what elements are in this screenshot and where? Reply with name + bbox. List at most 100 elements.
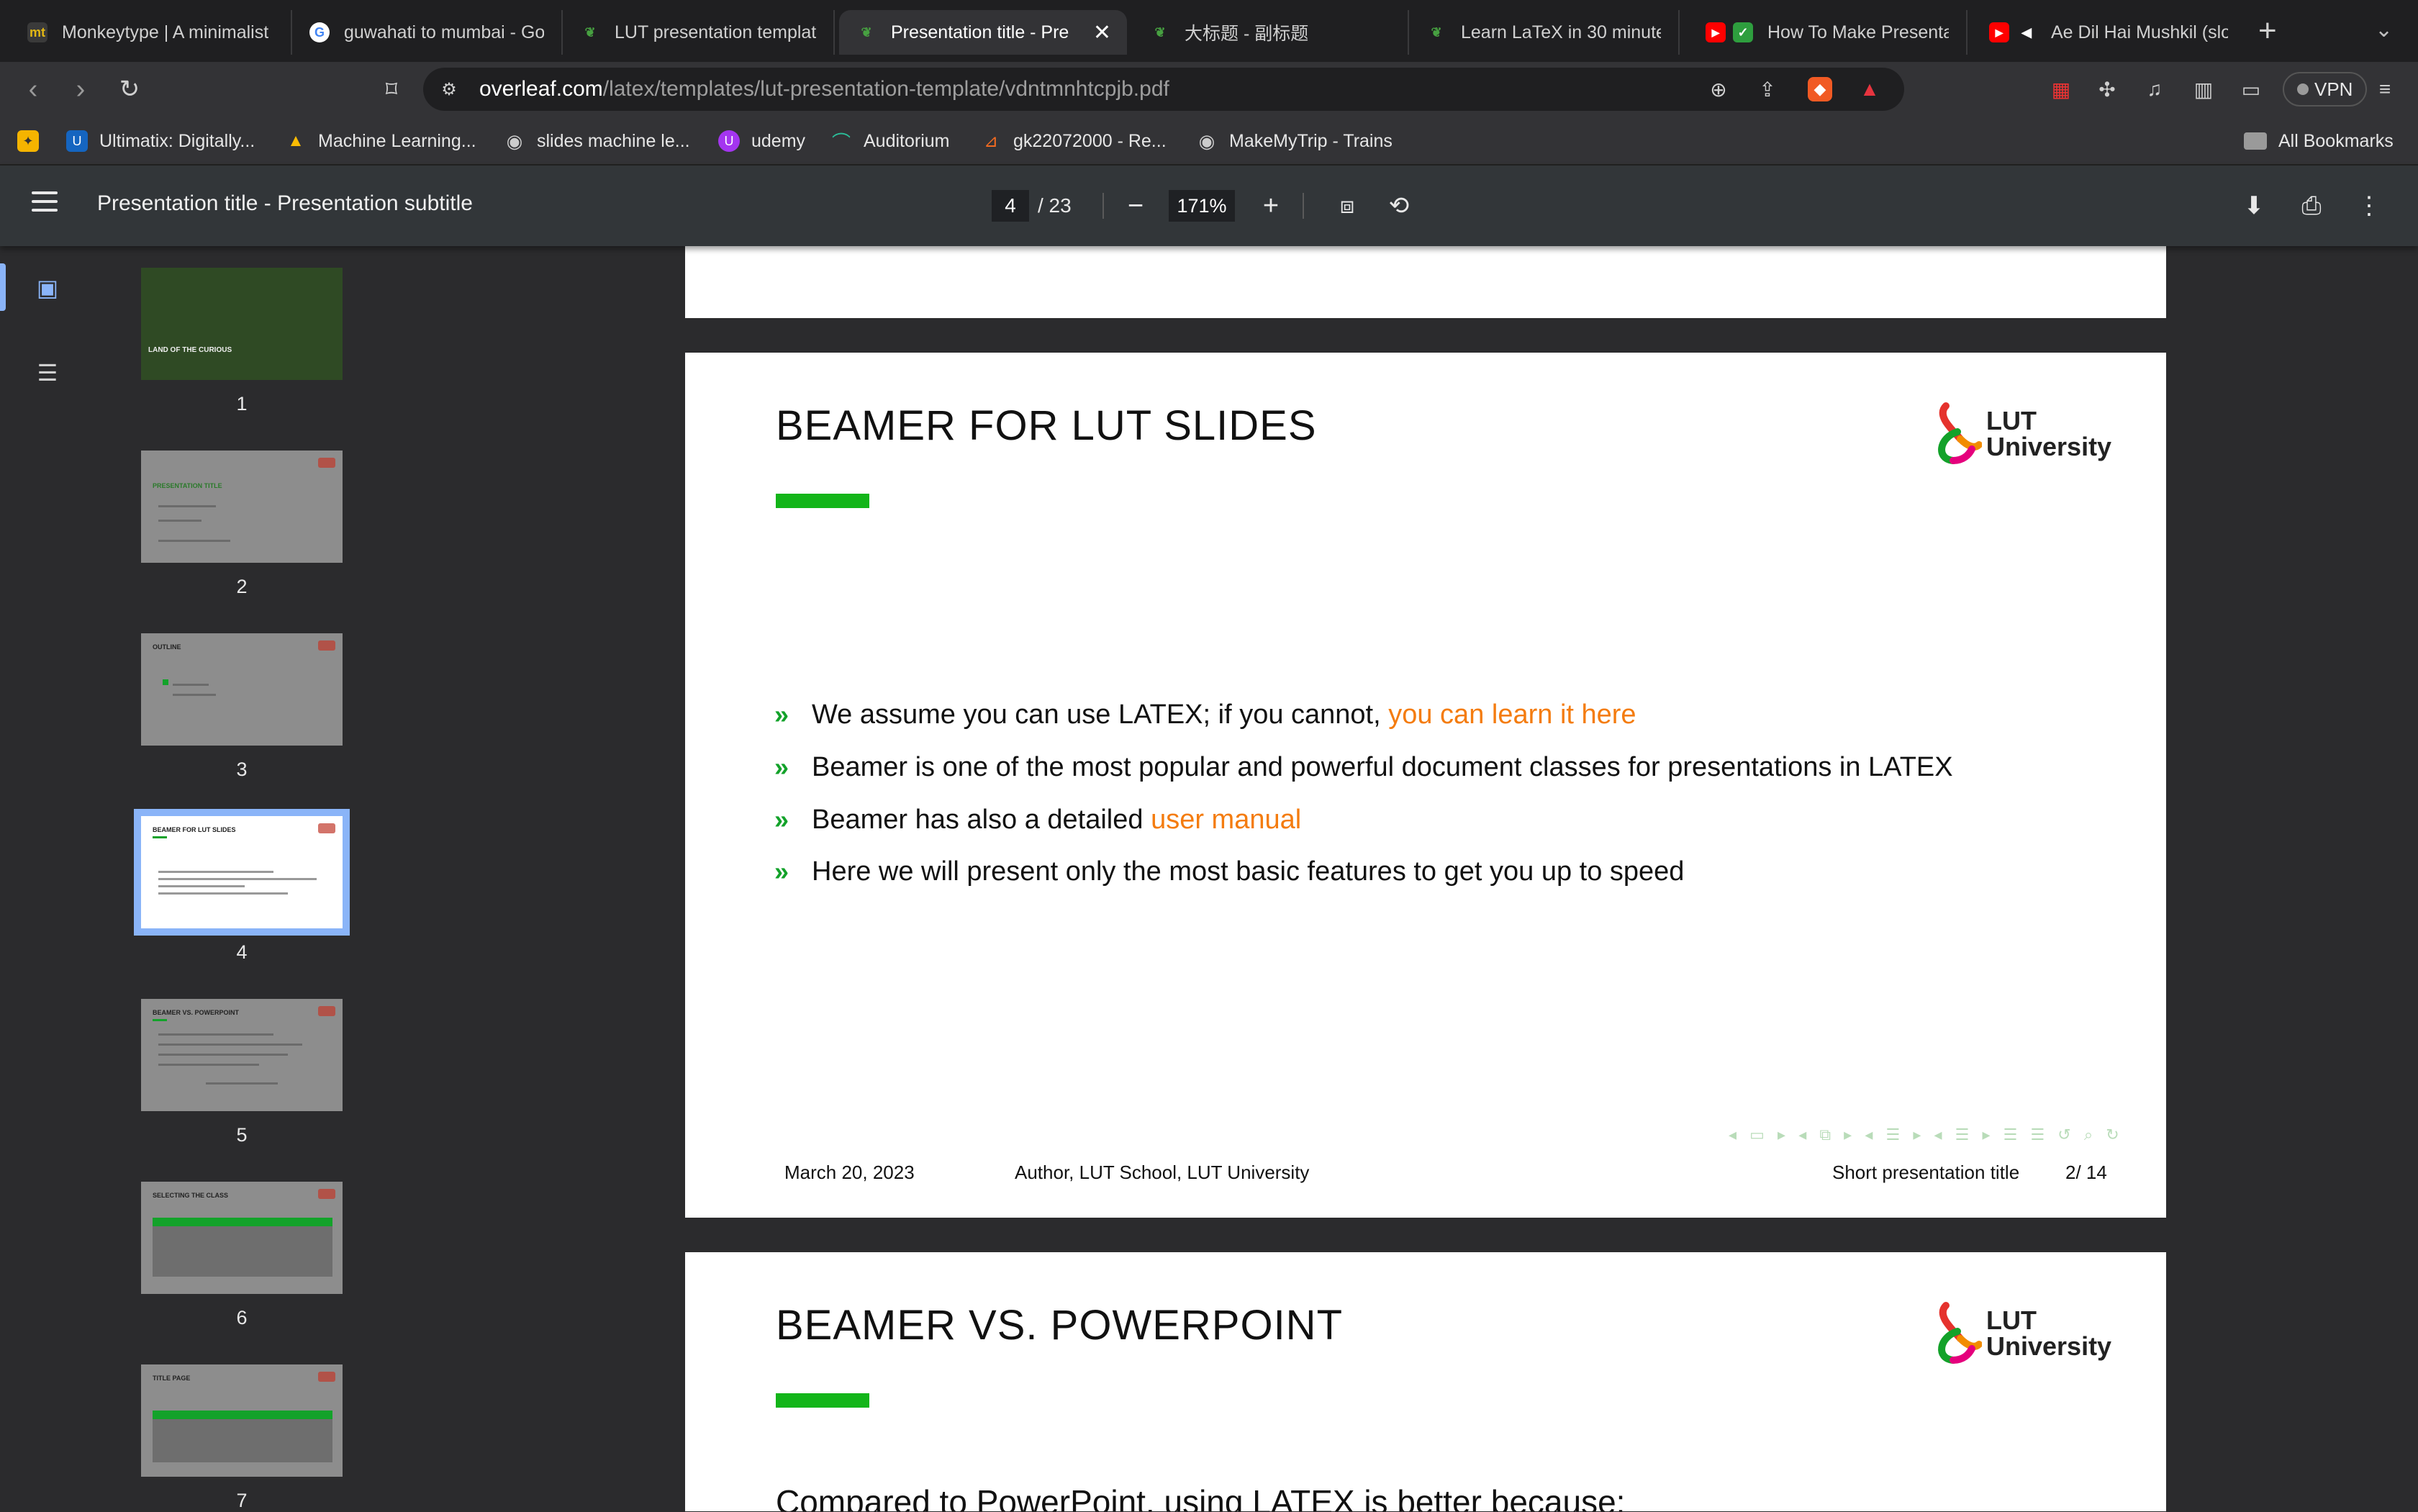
tab-lut-template[interactable]: ❦ LUT presentation template (563, 10, 835, 55)
thumbnail-page-7[interactable]: TITLE PAGE (141, 1364, 343, 1477)
tab-presentation-title[interactable]: ❦ Presentation title - Pre ✕ (839, 10, 1127, 55)
tab-monkeytype[interactable]: mt Monkeytype | A minimalist (10, 10, 292, 55)
page-number-input[interactable]: 4 (992, 190, 1029, 222)
brave-shield-icon[interactable]: ◆ (1808, 77, 1832, 101)
download-icon[interactable]: ⬇ (2237, 189, 2271, 223)
outline-icon[interactable]: ☰ (32, 357, 63, 389)
all-bookmarks-button[interactable]: All Bookmarks (2244, 124, 2394, 158)
browser-toolbar: ‹ › ↻ ⌑ ⚙ overleaf.com/latex/templates/l… (0, 62, 2418, 117)
bookmark-icon[interactable]: ⌑ (374, 72, 409, 107)
user-manual-link[interactable]: user manual (1151, 805, 1301, 835)
media-icon[interactable]: ♫ (2142, 76, 2168, 102)
close-tab-icon[interactable]: ✕ (1093, 20, 1111, 45)
zoom-icon[interactable]: ⊕ (1706, 76, 1731, 102)
tab-chinese-title[interactable]: ❦ 大标题 - 副标题 (1133, 10, 1409, 55)
bookmark-udemy[interactable]: Uudemy (718, 124, 805, 158)
thumbnail-line (158, 1054, 288, 1056)
thumbnail-marker (163, 679, 168, 685)
thumbnail-bar (153, 836, 167, 838)
vpn-status-icon (2297, 83, 2309, 95)
auditorium-icon: ⌒ (831, 131, 851, 153)
menu-icon[interactable] (32, 191, 58, 213)
pdf-toolbar: Presentation title - Presentation subtit… (0, 166, 2418, 246)
bullet-marker-icon: » (774, 805, 789, 834)
thumbnail-number: 5 (236, 1124, 248, 1146)
share-icon[interactable]: ⇪ (1754, 76, 1780, 102)
zoom-in-button[interactable]: + (1254, 189, 1288, 223)
bookmark-auditorium[interactable]: ⌒ Auditorium (830, 124, 950, 158)
menu-icon[interactable]: ≡ (2372, 76, 2398, 102)
bookmark-makemytrip[interactable]: ◉ MakeMyTrip - Trains (1196, 124, 1393, 158)
back-button[interactable]: ‹ (16, 72, 50, 107)
vpn-button[interactable]: VPN (2283, 72, 2368, 107)
bullet-item: » Beamer has also a detailed user manual (774, 805, 1301, 836)
thumbnail-logo (318, 823, 335, 833)
address-bar[interactable]: ⚙ overleaf.com/latex/templates/lut-prese… (423, 68, 1904, 111)
thumbnail-page-6[interactable]: SELECTING THE CLASS (141, 1182, 343, 1294)
chevron-down-icon[interactable]: ⌄ (2375, 17, 2393, 42)
thumbnail-page-1[interactable]: LAND OF THE CURIOUS (141, 268, 343, 380)
bookmark-machine-learning[interactable]: ▲ Machine Learning... (285, 124, 476, 158)
monkeytype-icon: mt (27, 22, 47, 42)
bookmark-gk22072000[interactable]: ⊿ gk22072000 - Re... (980, 124, 1167, 158)
ultimatix-icon: U (66, 130, 88, 152)
bookmark-ultimatix[interactable]: U Ultimatix: Digitally... (66, 124, 255, 158)
lut-logo: LUT University (1932, 1301, 2119, 1366)
fit-page-icon[interactable]: ⧈ (1330, 189, 1364, 223)
tab-label: guwahati to mumbai - Goo (344, 22, 544, 42)
speaker-muted-icon[interactable]: ◀ (2016, 22, 2037, 42)
thumbnail-page-3[interactable]: OUTLINE (141, 633, 343, 746)
thumbnail-title: SELECTING THE CLASS (153, 1192, 229, 1199)
tab-bar: mt Monkeytype | A minimalist G guwahati … (0, 0, 2418, 62)
bookmark-label: slides machine le... (537, 130, 690, 151)
google-drive-icon: ▲ (287, 131, 304, 150)
bookmark-slides[interactable]: ◉ slides machine le... (504, 124, 690, 158)
beamer-navigation-symbols[interactable]: ◂ ▭ ▸ ◂ ⧉ ▸ ◂ ☰ ▸ ◂ ☰ ▸ ☰ ☰ ↺ ⌕ ↻ (1729, 1126, 2124, 1144)
overleaf-icon: ❦ (861, 24, 872, 40)
thumbnail-title: LAND OF THE CURIOUS (148, 346, 232, 354)
tab-label: Monkeytype | A minimalist (62, 22, 269, 42)
thumbnail-page-5[interactable]: BEAMER VS. POWERPOINT (141, 999, 343, 1111)
extensions-puzzle-icon[interactable]: ✣ (2094, 76, 2120, 102)
site-settings-icon[interactable]: ⚙ (436, 76, 462, 102)
reload-button[interactable]: ↻ (112, 72, 147, 107)
sidebar-toggle-icon[interactable]: ▥ (2191, 76, 2216, 102)
wallet-icon[interactable]: ▭ (2238, 76, 2264, 102)
zoom-input[interactable]: 171% (1169, 190, 1235, 222)
logo-text-university: University (1986, 432, 2112, 461)
tab-youtube-song[interactable]: ▶ ◀ Ae Dil Hai Mushkil (slo (1972, 10, 2245, 55)
tab-label: Ae Dil Hai Mushkil (slo (2051, 22, 2228, 42)
tab-google[interactable]: G guwahati to mumbai - Goo (292, 10, 563, 55)
forward-button[interactable]: › (63, 72, 98, 107)
pdf-page-next: BEAMER VS. POWERPOINT LUT University Com… (685, 1252, 2166, 1511)
print-icon[interactable]: ⎙ (2294, 189, 2329, 223)
pdf-title: Presentation title - Presentation subtit… (97, 191, 473, 215)
thumbnail-page-2[interactable]: PRESENTATION TITLE (141, 451, 343, 563)
thumbnail-logo (318, 640, 335, 651)
rotate-icon[interactable]: ⟲ (1382, 189, 1416, 223)
brave-rewards-icon[interactable]: ▲ (1857, 76, 1883, 102)
thumbnail-page-4[interactable]: BEAMER FOR LUT SLIDES (134, 809, 350, 936)
tab-learn-latex[interactable]: ❦ Learn LaTeX in 30 minutes (1409, 10, 1680, 55)
thumbnail-logo (318, 1372, 335, 1382)
zoom-out-button[interactable]: − (1118, 189, 1153, 223)
learn-latex-link[interactable]: you can learn it here (1388, 700, 1636, 730)
bookmark-label: Ultimatix: Digitally... (99, 130, 255, 151)
logo-text-university: University (1986, 1331, 2112, 1361)
pdf-viewer[interactable]: BEAMER FOR LUT SLIDES LUT University » W… (432, 246, 2418, 1511)
thumbnail-sidebar: ▣ ☰ LAND OF THE CURIOUS 1 PRESENTATION T… (0, 246, 432, 1511)
bookmark-item[interactable]: ✦ (17, 124, 50, 158)
extension-icon[interactable]: ▦ (2048, 76, 2074, 102)
bookmark-label: Machine Learning... (318, 130, 476, 151)
tab-youtube-presentation[interactable]: ▶ ✓ How To Make Presenta (1688, 10, 1968, 55)
thumbnail-line (173, 684, 209, 686)
pdf-page-current: BEAMER FOR LUT SLIDES LUT University » W… (685, 353, 2166, 1218)
thumbnails-icon[interactable]: ▣ (32, 272, 63, 304)
more-options-icon[interactable]: ⋮ (2352, 189, 2386, 223)
bullet-item: » We assume you can use LATEX; if you ca… (774, 700, 1636, 730)
gk-icon: ⊿ (983, 131, 999, 151)
bullet-item: » Beamer is one of the most popular and … (774, 752, 1953, 783)
new-tab-button[interactable]: + (2258, 13, 2277, 49)
bullet-marker-icon: » (774, 752, 789, 782)
footer-short-title: Short presentation title (1832, 1162, 2020, 1183)
